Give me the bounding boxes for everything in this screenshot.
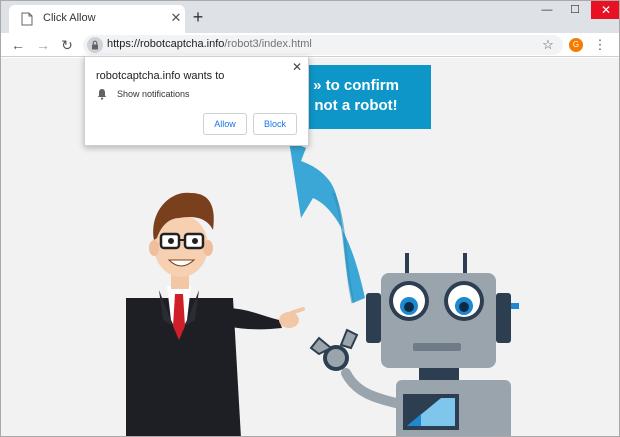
maximize-icon[interactable]: ☐ <box>561 1 589 19</box>
close-window-icon[interactable]: ✕ <box>591 1 619 19</box>
businessman-figure <box>126 192 305 436</box>
back-icon[interactable]: ← <box>9 36 27 54</box>
allow-button[interactable]: Allow <box>203 113 247 135</box>
toolbar: ← → ↻ https://robotcaptcha.info/robot3/i… <box>1 33 619 57</box>
reload-icon[interactable]: ↻ <box>58 36 76 54</box>
robot-figure <box>309 253 519 436</box>
browser-window: Click Allow ✕ + — ☐ ✕ ← → ↻ https://robo… <box>0 0 620 437</box>
url-text: https://robotcaptcha.info/robot3/index.h… <box>107 38 312 50</box>
forward-icon[interactable]: → <box>34 36 52 54</box>
minimize-icon[interactable]: — <box>533 1 561 19</box>
page-icon <box>21 12 33 26</box>
curved-arrow <box>289 141 365 304</box>
tab-close-icon[interactable]: ✕ <box>169 11 183 25</box>
new-tab-icon[interactable]: + <box>189 8 207 26</box>
permission-label: Show notifications <box>117 89 190 99</box>
dialog-close-icon[interactable]: ✕ <box>290 60 304 74</box>
dialog-title: robotcaptcha.info wants to <box>96 70 225 82</box>
block-button[interactable]: Block <box>253 113 297 135</box>
tab-title: Click Allow <box>43 12 96 24</box>
profile-avatar[interactable]: G <box>569 38 583 52</box>
bell-icon <box>97 89 107 100</box>
lock-icon[interactable] <box>87 37 103 53</box>
address-bar[interactable]: https://robotcaptcha.info/robot3/index.h… <box>83 35 563 55</box>
bookmark-star-icon[interactable]: ☆ <box>539 36 557 54</box>
menu-icon[interactable]: ⋮ <box>593 36 607 54</box>
tab-strip: Click Allow ✕ + — ☐ ✕ <box>1 1 619 33</box>
notification-permission-dialog: robotcaptcha.info wants to ✕ Show notifi… <box>84 56 309 146</box>
tab-click-allow[interactable]: Click Allow ✕ <box>9 5 185 33</box>
